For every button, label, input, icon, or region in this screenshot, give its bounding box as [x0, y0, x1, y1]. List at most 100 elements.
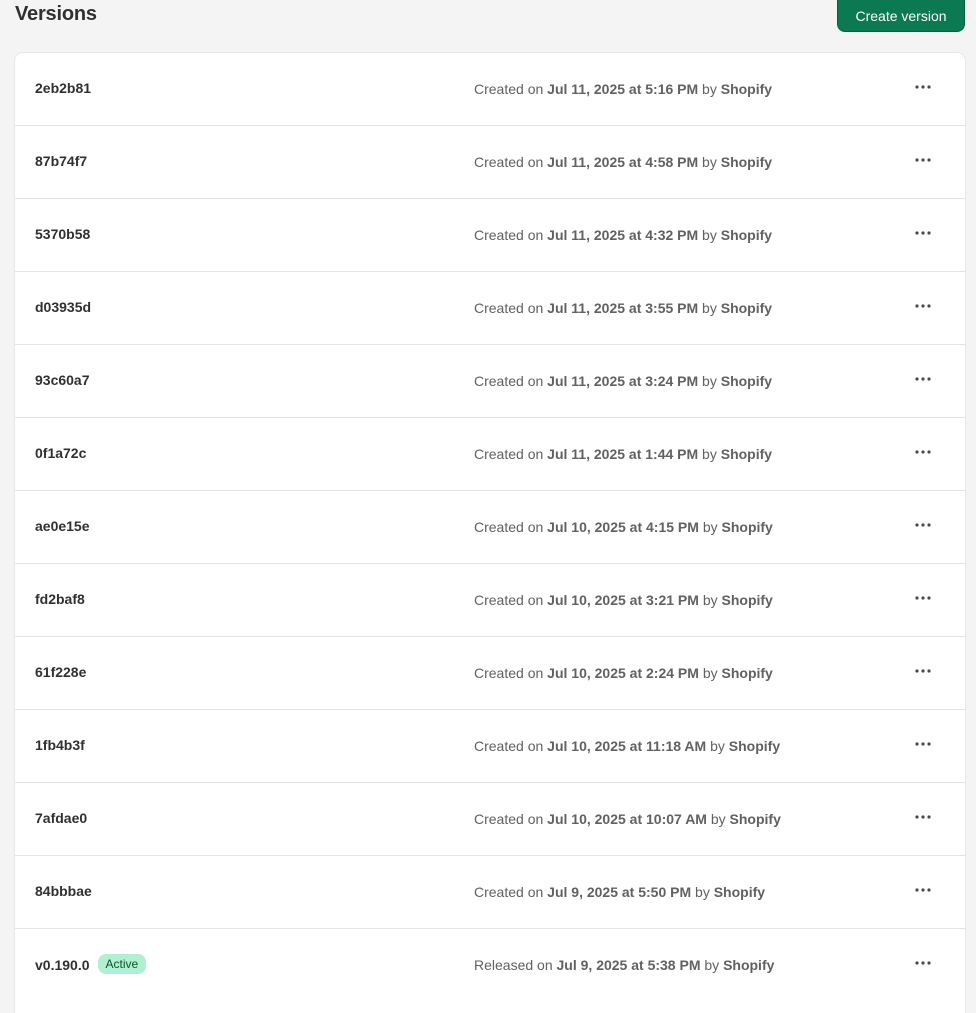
- version-id-cell: ae0e15e: [35, 518, 90, 534]
- more-horizontal-icon: [915, 85, 931, 89]
- version-meta-by: by: [702, 446, 717, 462]
- more-horizontal-icon: [915, 888, 931, 892]
- version-row[interactable]: 61f228e Created on Jul 10, 2025 at 2:24 P…: [15, 637, 965, 710]
- status-badge: Active: [97, 954, 147, 974]
- version-meta-by: by: [702, 373, 717, 389]
- version-author: Shopify: [720, 81, 773, 97]
- version-id[interactable]: 7afdae0: [35, 810, 87, 826]
- more-horizontal-icon: [915, 450, 931, 454]
- more-actions-button[interactable]: [909, 513, 937, 537]
- more-actions-button[interactable]: [909, 367, 937, 391]
- version-row[interactable]: 7afdae0 Created on Jul 10, 2025 at 10:07 …: [15, 783, 965, 856]
- version-date: Jul 11, 2025 at 4:58 PM: [547, 154, 699, 170]
- more-horizontal-icon: [915, 304, 931, 308]
- version-date: Jul 10, 2025 at 3:21 PM: [547, 592, 699, 608]
- version-id[interactable]: 1fb4b3f: [35, 737, 85, 753]
- version-author: Shopify: [720, 373, 773, 389]
- more-horizontal-icon: [915, 377, 931, 381]
- version-meta-by: by: [702, 154, 717, 170]
- version-meta-prefix: Created on: [474, 811, 544, 827]
- version-meta-by: by: [710, 738, 725, 754]
- version-meta-prefix: Created on: [474, 81, 544, 97]
- version-meta-prefix: Created on: [474, 446, 544, 462]
- version-id[interactable]: 87b74f7: [35, 153, 87, 169]
- version-row[interactable]: ae0e15e Created on Jul 10, 2025 at 4:15 P…: [15, 491, 965, 564]
- version-id-cell: 1fb4b3f: [35, 737, 85, 753]
- version-author: Shopify: [721, 519, 773, 535]
- version-id-cell: 5370b58: [35, 226, 90, 242]
- version-meta-prefix: Released on: [474, 957, 553, 973]
- more-actions-button[interactable]: [909, 659, 937, 683]
- version-row[interactable]: d03935d Created on Jul 11, 2025 at 3:55 P…: [15, 272, 965, 345]
- create-version-button[interactable]: Create version: [837, 0, 965, 32]
- version-row[interactable]: 1fb4b3f Created on Jul 10, 2025 at 11:18 …: [15, 710, 965, 783]
- version-meta-prefix: Created on: [474, 519, 544, 535]
- version-meta-prefix: Created on: [474, 738, 544, 754]
- more-horizontal-icon: [915, 523, 931, 527]
- version-meta-by: by: [702, 227, 717, 243]
- versions-list: 2eb2b81 Created on Jul 11, 2025 at 5:16 P…: [15, 53, 965, 1013]
- version-id[interactable]: 61f228e: [35, 664, 86, 680]
- version-date: Jul 11, 2025 at 3:24 PM: [547, 373, 699, 389]
- version-meta-by: by: [695, 884, 710, 900]
- version-id-cell: 2eb2b81: [35, 80, 91, 96]
- version-date: Jul 10, 2025 at 4:15 PM: [547, 519, 699, 535]
- version-row[interactable]: 2eb2b81 Created on Jul 11, 2025 at 5:16 P…: [15, 53, 965, 126]
- more-actions-button[interactable]: [909, 951, 937, 975]
- version-row[interactable]: 93c60a7 Created on Jul 11, 2025 at 3:24 P…: [15, 345, 965, 418]
- version-id-cell: fd2baf8: [35, 591, 85, 607]
- more-actions-button[interactable]: [909, 878, 937, 902]
- more-actions-button[interactable]: [909, 805, 937, 829]
- version-meta-prefix: Created on: [474, 884, 544, 900]
- version-meta-prefix: Created on: [474, 300, 544, 316]
- version-author: Shopify: [729, 811, 781, 827]
- version-meta: Created on Jul 10, 2025 at 10:07 AM by S…: [474, 811, 781, 827]
- version-row[interactable]: 87b74f7 Created on Jul 11, 2025 at 4:58 P…: [15, 126, 965, 199]
- more-actions-button[interactable]: [909, 586, 937, 610]
- more-actions-button[interactable]: [909, 440, 937, 464]
- version-meta: Created on Jul 11, 2025 at 4:58 PM by Sh…: [474, 154, 772, 170]
- version-id[interactable]: fd2baf8: [35, 591, 85, 607]
- version-id[interactable]: 93c60a7: [35, 372, 90, 388]
- version-id[interactable]: 0f1a72c: [35, 445, 86, 461]
- version-id-cell: 93c60a7: [35, 372, 90, 388]
- version-id[interactable]: d03935d: [35, 299, 91, 315]
- version-row[interactable]: fd2baf8 Created on Jul 10, 2025 at 3:21 P…: [15, 564, 965, 637]
- version-id-cell: v0.190.0 Active: [35, 954, 147, 974]
- version-id[interactable]: v0.190.0: [35, 957, 90, 973]
- version-author: Shopify: [720, 300, 773, 316]
- more-horizontal-icon: [915, 961, 931, 965]
- version-meta-by: by: [704, 957, 720, 973]
- version-row[interactable]: 5370b58 Created on Jul 11, 2025 at 4:32 P…: [15, 199, 965, 272]
- version-date: Jul 10, 2025 at 10:07 AM: [547, 811, 707, 827]
- more-actions-button[interactable]: [909, 732, 937, 756]
- more-actions-button[interactable]: [909, 221, 937, 245]
- version-id[interactable]: 5370b58: [35, 226, 90, 242]
- version-meta-prefix: Created on: [474, 665, 544, 681]
- version-meta-by: by: [710, 811, 726, 827]
- version-date: Jul 9, 2025 at 5:38 PM: [556, 957, 701, 973]
- version-row[interactable]: 84bbbae Created on Jul 9, 2025 at 5:50 PM…: [15, 856, 965, 929]
- more-actions-button[interactable]: [909, 294, 937, 318]
- version-date: Jul 9, 2025 at 5:50 PM: [547, 884, 692, 900]
- version-id[interactable]: ae0e15e: [35, 518, 90, 534]
- version-id-cell: 84bbbae: [35, 883, 92, 899]
- version-author: Shopify: [723, 957, 775, 973]
- more-actions-button[interactable]: [909, 148, 937, 172]
- version-meta: Created on Jul 11, 2025 at 3:55 PM by Sh…: [474, 300, 772, 316]
- more-actions-button[interactable]: [909, 75, 937, 99]
- version-id[interactable]: 84bbbae: [35, 883, 92, 899]
- version-row[interactable]: v0.190.0 Active Released on Jul 9, 2025 at…: [15, 929, 965, 1001]
- more-horizontal-icon: [915, 815, 931, 819]
- version-meta-by: by: [702, 81, 717, 97]
- version-id-cell: 87b74f7: [35, 153, 87, 169]
- version-id[interactable]: 2eb2b81: [35, 80, 91, 96]
- version-meta: Created on Jul 11, 2025 at 5:16 PM by Sh…: [474, 81, 772, 97]
- version-date: Jul 11, 2025 at 1:44 PM: [547, 446, 699, 462]
- version-meta: Created on Jul 10, 2025 at 2:24 PM by Sh…: [474, 665, 773, 681]
- version-meta: Created on Jul 10, 2025 at 3:21 PM by Sh…: [474, 592, 773, 608]
- version-date: Jul 10, 2025 at 11:18 AM: [547, 738, 707, 754]
- version-meta-by: by: [702, 300, 717, 316]
- version-row[interactable]: 0f1a72c Created on Jul 11, 2025 at 1:44 P…: [15, 418, 965, 491]
- version-author: Shopify: [721, 592, 773, 608]
